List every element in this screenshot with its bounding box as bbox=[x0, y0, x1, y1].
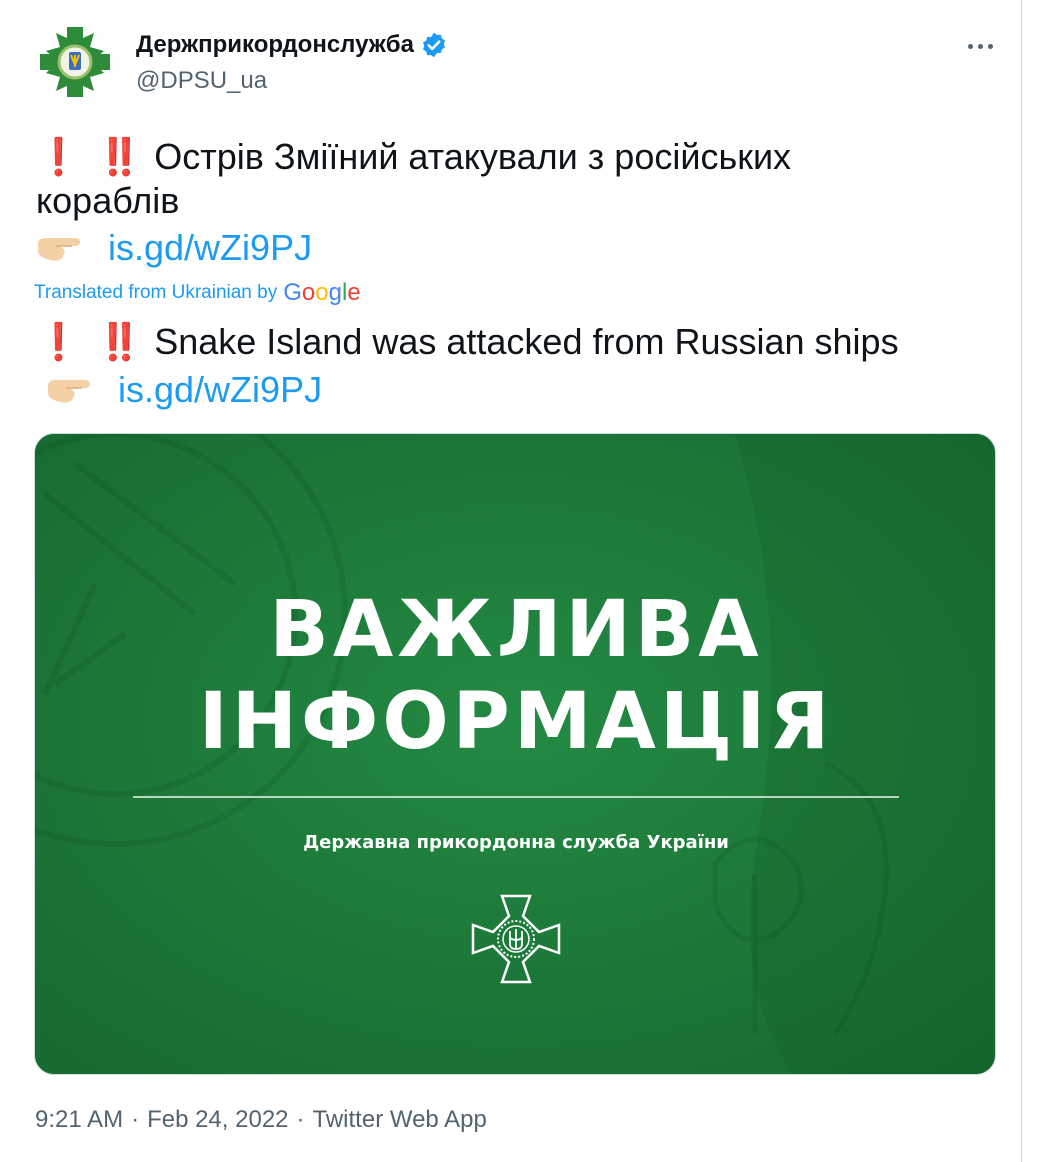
media-subtitle: Державна прикордонна служба України bbox=[303, 832, 729, 853]
author-display-name[interactable]: Держприкордонслужба bbox=[136, 30, 414, 60]
more-dot-icon bbox=[967, 43, 973, 49]
media-headline-line1: ВАЖЛИВА bbox=[269, 585, 763, 675]
original-text-line-2: кораблів bbox=[36, 179, 179, 223]
translation-attribution[interactable]: Translated from Ukrainian by Google bbox=[34, 280, 361, 306]
emphasis-marks: ❗ ‼️ bbox=[36, 322, 145, 363]
meta-separator: · bbox=[131, 1106, 140, 1133]
media-image[interactable]: ВАЖЛИВА ІНФОРМАЦІЯ Державна прикордонна … bbox=[34, 433, 996, 1075]
translated-line1: Snake Island was attacked from Russian s… bbox=[154, 321, 899, 362]
original-link[interactable]: is.gd/wZi9PJ bbox=[108, 227, 312, 268]
tweet-timestamp-link[interactable]: 9:21 AM · Feb 24, 2022 bbox=[35, 1106, 289, 1133]
more-options-button[interactable] bbox=[960, 28, 1000, 64]
media-headline-line2: ІНФОРМАЦІЯ bbox=[198, 677, 834, 767]
verified-badge-icon bbox=[422, 32, 445, 58]
tweet-date: Feb 24, 2022 bbox=[147, 1106, 289, 1133]
original-line2: кораблів bbox=[36, 180, 180, 221]
meta-separator: · bbox=[296, 1106, 305, 1133]
author-name-row[interactable]: Держприкордонслужба bbox=[136, 30, 448, 60]
border-service-cross-emblem-icon bbox=[471, 894, 561, 984]
author-handle[interactable]: @DPSU_ua bbox=[136, 66, 267, 96]
pointing-hand-icon bbox=[38, 238, 80, 262]
original-link-row: is.gd/wZi9PJ bbox=[36, 226, 312, 270]
more-dot-icon bbox=[977, 43, 983, 49]
more-dot-icon bbox=[987, 43, 993, 49]
avatar[interactable] bbox=[34, 21, 116, 103]
tweet-time: 9:21 AM bbox=[35, 1106, 124, 1133]
tweet-meta: 9:21 AM · Feb 24, 2022 · Twitter Web App bbox=[35, 1104, 487, 1136]
translated-text-line-1: ❗ ‼️ Snake Island was attacked from Russ… bbox=[36, 320, 899, 365]
original-line1: Острів Зміїний атакували з російських bbox=[154, 136, 792, 177]
translation-label: Translated from Ukrainian by bbox=[34, 282, 278, 303]
translated-link-row: is.gd/wZi9PJ bbox=[46, 368, 322, 412]
tweet: Держприкордонслужба @DPSU_ua ❗ ‼️ Острів… bbox=[0, 0, 1022, 1162]
border-service-avatar-icon bbox=[34, 21, 116, 103]
google-logo: Google bbox=[283, 279, 361, 306]
translated-link[interactable]: is.gd/wZi9PJ bbox=[118, 369, 322, 410]
pointing-hand-icon bbox=[48, 380, 90, 404]
original-text-line-1: ❗ ‼️ Острів Зміїний атакували з російськ… bbox=[36, 135, 791, 180]
tweet-source-link[interactable]: Twitter Web App bbox=[313, 1106, 487, 1133]
emphasis-marks: ❗ ‼️ bbox=[36, 137, 145, 178]
media-divider bbox=[133, 796, 899, 798]
